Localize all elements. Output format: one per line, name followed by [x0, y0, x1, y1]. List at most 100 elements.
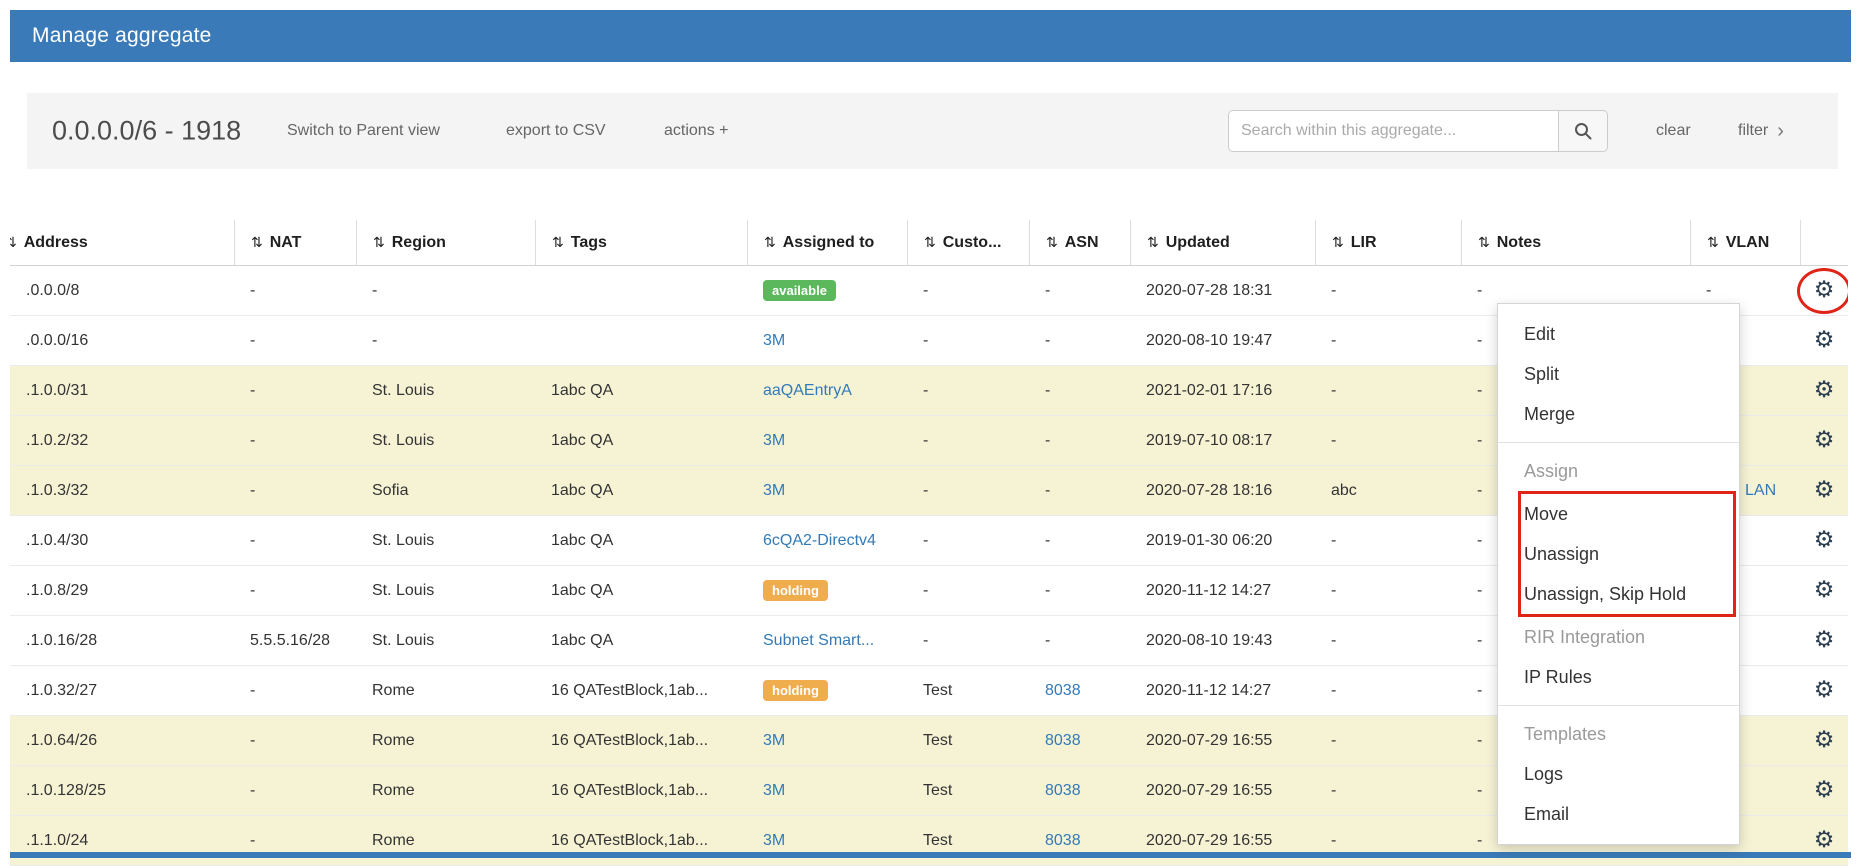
cell-tags: 1abc QA	[535, 532, 747, 550]
cell-link[interactable]: 8038	[1045, 782, 1081, 799]
sort-icon: ⇅	[1147, 234, 1159, 251]
column-label: NAT	[270, 234, 302, 252]
column-header-region[interactable]: ⇅Region	[356, 220, 535, 265]
gear-icon[interactable]: ⚙	[1814, 329, 1835, 352]
cell-custo: Test	[907, 732, 1029, 750]
gear-icon[interactable]: ⚙	[1814, 279, 1835, 302]
cell-link[interactable]: 3M	[763, 832, 785, 849]
switch-to-parent-view-link[interactable]: Switch to Parent view	[287, 122, 440, 140]
column-header-assigned-to[interactable]: ⇅Assigned to	[747, 220, 907, 265]
cell-lir: -	[1315, 682, 1461, 700]
export-to-csv-link[interactable]: export to CSV	[506, 122, 606, 140]
gear-icon[interactable]: ⚙	[1814, 579, 1835, 602]
clear-button[interactable]: clear	[1656, 122, 1691, 140]
status-badge-holding: holding	[763, 580, 828, 602]
page-title: Manage aggregate	[32, 24, 212, 48]
gear-icon[interactable]: ⚙	[1814, 779, 1835, 802]
cell-link[interactable]: 3M	[763, 782, 785, 799]
cell-updated: 2020-11-12 14:27	[1130, 582, 1315, 600]
filter-button[interactable]: filter›	[1738, 121, 1784, 141]
menu-item-split[interactable]: Split	[1498, 354, 1739, 394]
gear-icon[interactable]: ⚙	[1814, 429, 1835, 452]
column-header-address[interactable]: ⇅Address	[10, 220, 234, 265]
sort-icon: ⇅	[1478, 234, 1490, 251]
cell-link[interactable]: 8038	[1045, 732, 1081, 749]
toolbar: 0.0.0.0/6 - 1918 Switch to Parent view e…	[27, 93, 1838, 169]
cell-region: St. Louis	[356, 432, 535, 450]
cell-assigned-to: 3M	[747, 832, 907, 850]
sort-icon: ⇅	[764, 234, 776, 251]
row-actions-cell: ⚙	[1800, 479, 1848, 502]
menu-item-move[interactable]: Move	[1521, 494, 1733, 534]
column-label: Notes	[1497, 234, 1541, 252]
search-input[interactable]	[1228, 110, 1558, 152]
menu-item-unassign[interactable]: Unassign	[1521, 534, 1733, 574]
cell-custo: Test	[907, 682, 1029, 700]
cell-link[interactable]: aaQAEntryA	[763, 382, 852, 399]
column-header-vlan[interactable]: ⇅VLAN	[1690, 220, 1800, 265]
cell-lir: -	[1315, 582, 1461, 600]
cell-link[interactable]: 3M	[763, 732, 785, 749]
cell-link[interactable]: 8038	[1045, 682, 1081, 699]
actions-menu-button[interactable]: actions +	[664, 122, 728, 140]
cell-lir: -	[1315, 632, 1461, 650]
search-button[interactable]	[1558, 110, 1608, 152]
gear-icon[interactable]: ⚙	[1814, 629, 1835, 652]
menu-item-logs[interactable]: Logs	[1498, 754, 1739, 794]
menu-item-merge[interactable]: Merge	[1498, 394, 1739, 434]
chevron-right-icon: ›	[1777, 121, 1784, 141]
column-header-updated[interactable]: ⇅ Updated	[1130, 220, 1315, 265]
cell-tags: 16 QATestBlock,1ab...	[535, 682, 747, 700]
cell-tags: 1abc QA	[535, 632, 747, 650]
gear-icon[interactable]: ⚙	[1814, 679, 1835, 702]
titlebar: Manage aggregate	[10, 10, 1851, 62]
row-actions-cell: ⚙	[1800, 279, 1848, 302]
cell-custo: -	[907, 632, 1029, 650]
column-label: VLAN	[1726, 234, 1770, 252]
cell-link[interactable]: Subnet Smart...	[763, 632, 874, 649]
cell-asn: 8038	[1029, 682, 1130, 700]
cell-address: .1.0.32/27	[10, 682, 234, 700]
column-header-custo[interactable]: ⇅Custo...	[907, 220, 1029, 265]
row-context-menu: EditSplitMergeAssignMoveUnassignUnassign…	[1497, 303, 1740, 845]
cell-lir: -	[1315, 282, 1461, 300]
cell-link[interactable]: 3M	[763, 332, 785, 349]
gear-icon[interactable]: ⚙	[1814, 479, 1835, 502]
cell-link[interactable]: 8038	[1045, 832, 1081, 849]
cell-nat: -	[234, 432, 356, 450]
column-header-notes[interactable]: ⇅ Notes	[1461, 220, 1690, 265]
cell-region: St. Louis	[356, 382, 535, 400]
column-label: ASN	[1065, 234, 1099, 252]
gear-icon[interactable]: ⚙	[1814, 729, 1835, 752]
column-header-tags[interactable]: ⇅Tags	[535, 220, 747, 265]
menu-item-edit[interactable]: Edit	[1498, 314, 1739, 354]
menu-item-email[interactable]: Email	[1498, 794, 1739, 834]
cell-asn: -	[1029, 482, 1130, 500]
cell-address: .1.0.2/32	[10, 432, 234, 450]
menu-item-unassign-skip-hold[interactable]: Unassign, Skip Hold	[1521, 574, 1733, 614]
menu-divider	[1498, 442, 1739, 443]
cell-custo: -	[907, 582, 1029, 600]
menu-item-ip-rules[interactable]: IP Rules	[1498, 657, 1739, 697]
annotation-box: MoveUnassignUnassign, Skip Hold	[1518, 491, 1736, 617]
column-label: Updated	[1166, 234, 1230, 252]
column-header-lir[interactable]: ⇅LIR	[1315, 220, 1461, 265]
row-actions-cell: ⚙	[1800, 379, 1848, 402]
column-header-asn[interactable]: ⇅ASN	[1029, 220, 1130, 265]
cell-assigned-to: 6cQA2-Directv4	[747, 532, 907, 550]
cell-link[interactable]: 6cQA2-Directv4	[763, 532, 876, 549]
cell-link[interactable]: LAN	[1745, 482, 1776, 499]
cell-nat: -	[234, 282, 356, 300]
cell-updated: 2019-07-10 08:17	[1130, 432, 1315, 450]
cell-link[interactable]: 3M	[763, 432, 785, 449]
gear-icon[interactable]: ⚙	[1814, 829, 1835, 852]
cell-custo: -	[907, 282, 1029, 300]
row-actions-cell: ⚙	[1800, 529, 1848, 552]
cell-link[interactable]: 3M	[763, 482, 785, 499]
cell-asn: -	[1029, 582, 1130, 600]
gear-icon[interactable]: ⚙	[1814, 529, 1835, 552]
gear-icon[interactable]: ⚙	[1814, 379, 1835, 402]
cell-region: -	[356, 332, 535, 350]
column-header-nat[interactable]: ⇅NAT	[234, 220, 356, 265]
cell-assigned-to: holding	[747, 580, 907, 602]
